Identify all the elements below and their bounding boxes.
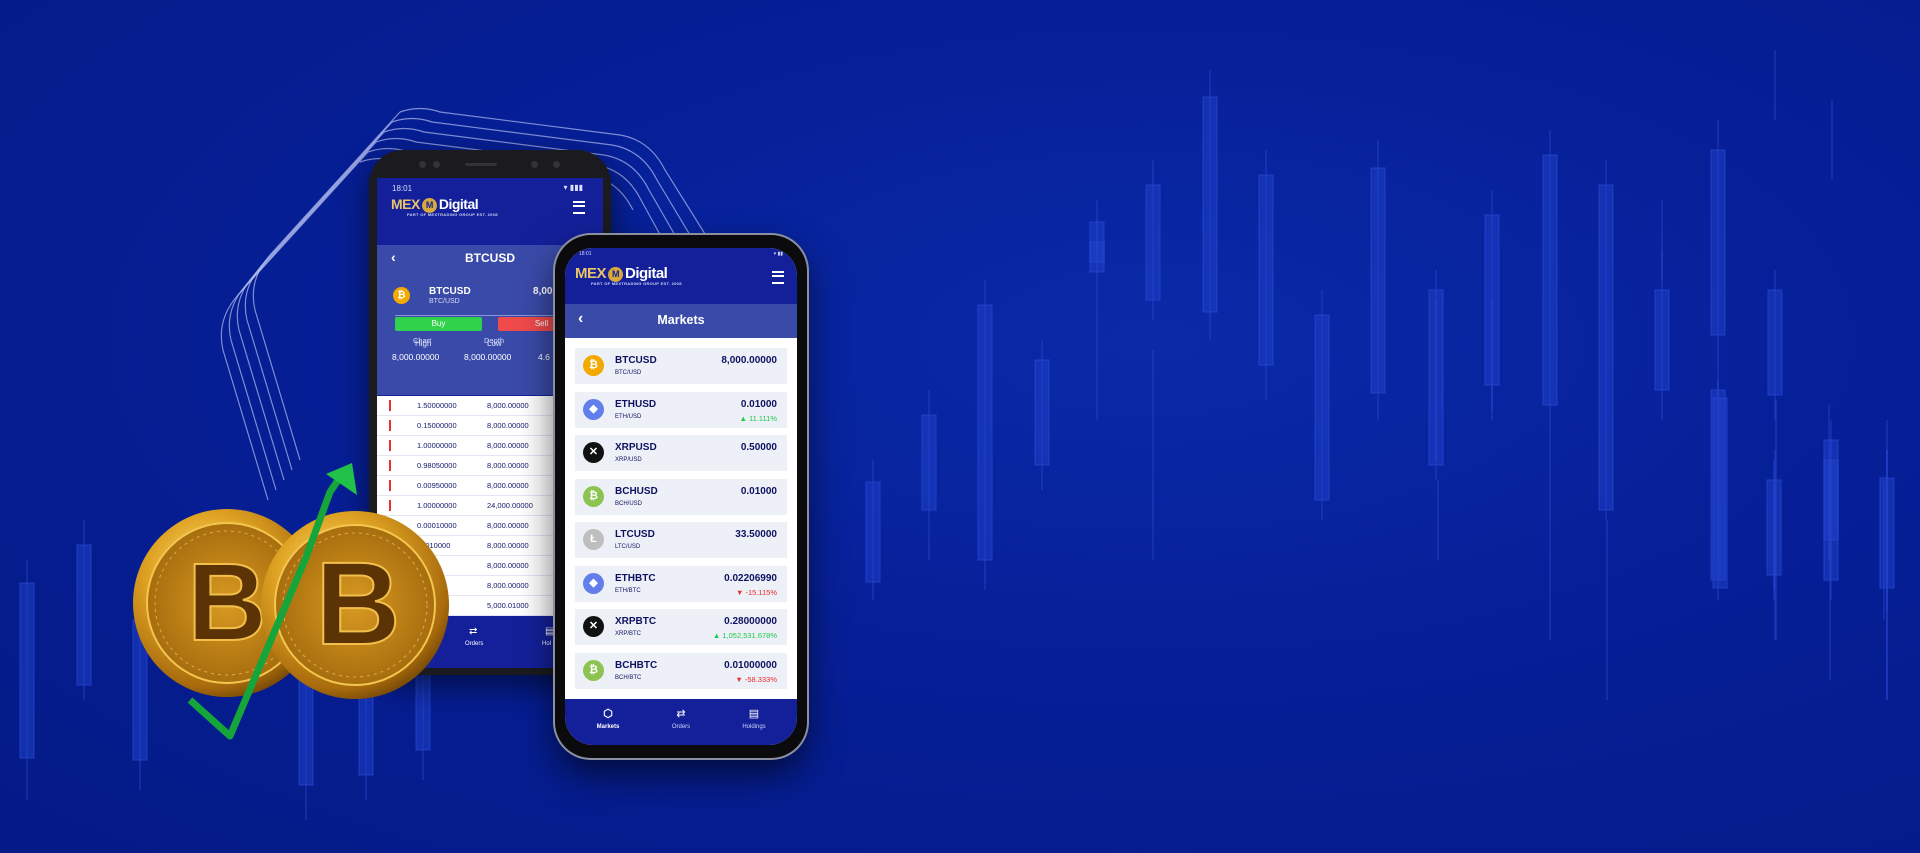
market-sub: XRP/BTC <box>615 631 642 637</box>
market-price: 0.28000000 <box>724 616 777 627</box>
market-change: ▲ 1,052,531.678% <box>712 631 777 640</box>
logo-digital-text: Digital <box>438 196 479 212</box>
logo-badge: M <box>608 267 624 282</box>
nav-orders-label[interactable]: Orders <box>465 641 483 647</box>
market-name: BTCUSD <box>615 355 657 366</box>
mex-digital-logo[interactable]: MEX M Digital PART OF MEXTRADING GROUP EST… <box>391 196 498 217</box>
front-phone: 18:01 ▾ ▮▮ MEX M Digital PART OF MEXTRADIN… <box>555 235 807 758</box>
status-icons: ▾ ▮▮ <box>773 251 783 257</box>
pair-sub: BTC/USD <box>429 298 460 305</box>
low-value: 8,000.00000 <box>464 352 512 362</box>
nav-label: Markets <box>596 724 620 730</box>
market-name: BCHBTC <box>615 659 658 671</box>
market-price: 8,000.00000 <box>721 355 777 366</box>
holdings-icon[interactable]: ▤ <box>545 626 554 637</box>
market-price: 0.01000000 <box>724 659 777 671</box>
market-change: ▲ 11.111% <box>739 413 777 423</box>
logo-digital-text: Digital <box>625 265 668 282</box>
tab-depth[interactable]: Depth <box>484 336 504 345</box>
market-name: LTCUSD <box>615 529 655 540</box>
hamburger-menu-icon[interactable] <box>772 271 784 284</box>
decorative-wire-frames <box>220 107 716 501</box>
bitcoin-icon: ₿ <box>583 355 604 376</box>
market-price: 33.50000 <box>735 529 777 540</box>
ethereum-icon: ◆ <box>583 398 604 420</box>
high-value: 8,000.00000 <box>392 352 440 362</box>
nav-orders[interactable]: ⇄ Orders <box>646 707 716 730</box>
buy-button[interactable]: Buy <box>395 317 482 331</box>
market-change: ▼ -58.333% <box>735 674 777 684</box>
pair-name: BTCUSD <box>429 286 471 297</box>
status-icons: ▾ ▮▮▮ <box>563 183 583 192</box>
logo-tagline: PART OF MEXTRADING GROUP EST. 2008 <box>591 281 682 286</box>
market-price: 0.01000 <box>740 398 777 410</box>
market-sub: BCH/BTC <box>615 674 642 681</box>
markets-list: ₿ BTCUSD BTC/USD 8,000.00000 ◆ ETHUSD ETH/USD 0… <box>575 348 787 696</box>
ripple-icon: ✕ <box>583 616 604 637</box>
extra-value: 4.6 <box>538 352 550 362</box>
litecoin-icon: Ł <box>583 529 604 550</box>
bitcoin-cash-icon: ₿ <box>583 485 604 507</box>
market-price: 0.01000 <box>740 485 777 497</box>
bitcoin-cash-icon: ₿ <box>583 659 604 681</box>
phone-notch <box>419 158 561 172</box>
orders-icon: ⇄ <box>676 708 686 720</box>
status-time: 18:01 <box>579 251 592 257</box>
bitcoin-icon: ₿ <box>393 287 410 304</box>
front-phone-header: 18:01 ▾ ▮▮ MEX M Digital PART OF MEXTRADIN… <box>565 248 797 304</box>
market-name: ETHBTC <box>615 572 656 584</box>
hamburger-menu-icon[interactable] <box>573 201 585 214</box>
market-row-ltcusd[interactable]: Ł LTCUSD LTC/USD 33.50000 <box>575 522 787 558</box>
page-title: Markets <box>657 313 705 327</box>
market-row-xrpbtc[interactable]: ✕ XRPBTC XRP/BTC 0.28000000 ▲ 1,052,531.678% <box>575 609 787 645</box>
nav-holdings[interactable]: ▤ Holdings <box>719 707 789 730</box>
ripple-icon: ✕ <box>583 442 604 463</box>
market-row-xrpusd[interactable]: ✕ XRPUSD XRP/USD 0.50000 <box>575 435 787 471</box>
market-price: 0.50000 <box>740 442 777 453</box>
market-sub: ETH/BTC <box>615 587 641 594</box>
market-sub: BTC/USD <box>615 370 642 376</box>
market-row-ethbtc[interactable]: ◆ ETHBTC ETH/BTC 0.02206990 ▼ -15.115% <box>575 565 787 602</box>
ethereum-icon: ◆ <box>583 572 604 594</box>
markets-icon: ⬡ <box>603 708 613 720</box>
logo-mex-text: MEX <box>575 265 607 282</box>
nav-markets[interactable]: ⬡ Markets <box>573 707 643 730</box>
holdings-icon: ▤ <box>748 708 760 720</box>
market-row-bchusd[interactable]: ₿ BCHUSD BCH/USD 0.01000 <box>575 478 787 515</box>
market-sub: ETH/USD <box>615 413 642 420</box>
market-row-btcusd[interactable]: ₿ BTCUSD BTC/USD 8,000.00000 <box>575 348 787 384</box>
market-change: ▼ -15.115% <box>735 587 777 597</box>
market-row-ethusd[interactable]: ◆ ETHUSD ETH/USD 0.01000 ▲ 11.111% <box>575 391 787 428</box>
nav-label: Orders <box>671 724 691 730</box>
market-name: XRPBTC <box>615 616 657 627</box>
bottom-nav: ⬡ Markets ⇄ Orders ▤ Holdings <box>565 699 797 745</box>
mex-digital-logo[interactable]: MEX M Digital PART OF MEXTRADING GROUP EST… <box>575 265 682 286</box>
market-price: 0.02206990 <box>724 572 777 584</box>
orders-icon[interactable]: ⇄ <box>469 626 477 637</box>
status-time: 18:01 <box>392 184 413 193</box>
front-phone-title-bar: ‹ Markets <box>565 304 797 338</box>
market-sub: XRP/USD <box>615 457 642 463</box>
market-name: ETHUSD <box>615 398 657 410</box>
market-name: BCHUSD <box>615 485 658 497</box>
nav-label: Holdings <box>742 724 766 730</box>
tab-chart[interactable]: Chart <box>413 336 431 345</box>
front-phone-screen: 18:01 ▾ ▮▮ MEX M Digital PART OF MEXTRADIN… <box>565 248 797 745</box>
market-sub: LTC/USD <box>615 544 641 550</box>
market-sub: BCH/USD <box>615 500 643 507</box>
logo-badge: M <box>421 198 437 213</box>
market-name: XRPUSD <box>615 442 657 453</box>
logo-tagline: PART OF MEXTRADING GROUP EST. 2008 <box>407 212 498 217</box>
nav-holdings-label[interactable]: Hol <box>542 641 551 647</box>
logo-mex-text: MEX <box>391 196 420 212</box>
market-row-bchbtc[interactable]: ₿ BCHBTC BCH/BTC 0.01000000 ▼ -58.333% <box>575 652 787 689</box>
